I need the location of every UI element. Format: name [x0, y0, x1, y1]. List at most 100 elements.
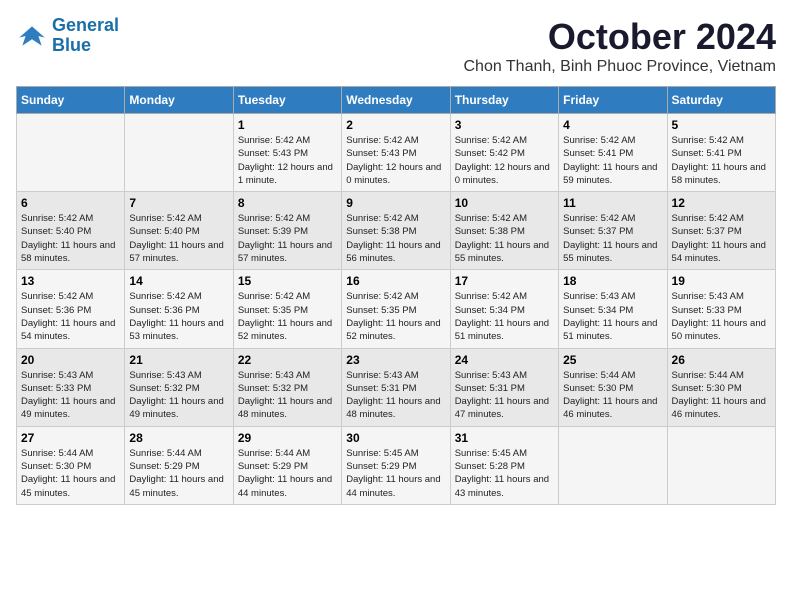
day-number: 5: [672, 118, 771, 132]
day-number: 17: [455, 274, 554, 288]
day-number: 21: [129, 353, 228, 367]
logo-icon: [16, 20, 48, 52]
day-info: Sunrise: 5:42 AMSunset: 5:37 PMDaylight:…: [563, 212, 662, 265]
day-number: 23: [346, 353, 445, 367]
calendar-day-cell: 31 Sunrise: 5:45 AMSunset: 5:28 PMDayligh…: [450, 426, 558, 504]
day-number: 9: [346, 196, 445, 210]
calendar-day-cell: 28Sunrise: 5:44 AMSunset: 5:29 PMDayligh…: [125, 426, 233, 504]
calendar-day-cell: 18Sunrise: 5:43 AMSunset: 5:34 PMDayligh…: [559, 270, 667, 348]
calendar-day-cell: 12 Sunrise: 5:42 AMSunset: 5:37 PMDayligh…: [667, 192, 775, 270]
day-number: 26: [672, 353, 771, 367]
calendar-week-row: 13 Sunrise: 5:42 AMSunset: 5:36 PMDayligh…: [17, 270, 776, 348]
calendar-day-cell: 15Sunrise: 5:42 AMSunset: 5:35 PMDayligh…: [233, 270, 341, 348]
calendar-day-cell: 26 Sunrise: 5:44 AMSunset: 5:30 PMDayligh…: [667, 348, 775, 426]
weekday-header-row: SundayMondayTuesdayWednesdayThursdayFrid…: [17, 87, 776, 114]
calendar-day-cell: 1Sunrise: 5:42 AMSunset: 5:43 PMDaylight…: [233, 114, 341, 192]
day-number: 22: [238, 353, 337, 367]
location-title: Chon Thanh, Binh Phuoc Province, Vietnam: [464, 58, 777, 76]
calendar-day-cell: 17 Sunrise: 5:42 AMSunset: 5:34 PMDayligh…: [450, 270, 558, 348]
calendar-day-cell: [667, 426, 775, 504]
calendar-day-cell: 14Sunrise: 5:42 AMSunset: 5:36 PMDayligh…: [125, 270, 233, 348]
day-info: Sunrise: 5:44 AMSunset: 5:30 PMDaylight:…: [21, 447, 120, 500]
calendar-day-cell: 5 Sunrise: 5:42 AMSunset: 5:41 PMDaylight…: [667, 114, 775, 192]
day-number: 11: [563, 196, 662, 210]
day-info: Sunrise: 5:44 AMSunset: 5:29 PMDaylight:…: [129, 447, 228, 500]
page-header: General Blue October 2024 Chon Thanh, Bi…: [16, 16, 776, 76]
day-info: Sunrise: 5:42 AMSunset: 5:37 PMDaylight:…: [672, 212, 771, 265]
day-info: Sunrise: 5:42 AMSunset: 5:35 PMDaylight:…: [238, 290, 337, 343]
weekday-header-cell: Thursday: [450, 87, 558, 114]
calendar-day-cell: 11 Sunrise: 5:42 AMSunset: 5:37 PMDayligh…: [559, 192, 667, 270]
weekday-header-cell: Saturday: [667, 87, 775, 114]
day-info: Sunrise: 5:42 AMSunset: 5:40 PMDaylight:…: [21, 212, 120, 265]
calendar-week-row: 1Sunrise: 5:42 AMSunset: 5:43 PMDaylight…: [17, 114, 776, 192]
day-info: Sunrise: 5:45 AMSunset: 5:29 PMDaylight:…: [346, 447, 445, 500]
calendar-day-cell: 9 Sunrise: 5:42 AMSunset: 5:38 PMDaylight…: [342, 192, 450, 270]
day-info: Sunrise: 5:42 AMSunset: 5:43 PMDaylight:…: [346, 134, 445, 187]
weekday-header-cell: Wednesday: [342, 87, 450, 114]
calendar-day-cell: 20 Sunrise: 5:43 AMSunset: 5:33 PMDayligh…: [17, 348, 125, 426]
calendar-day-cell: 4 Sunrise: 5:42 AMSunset: 5:41 PMDaylight…: [559, 114, 667, 192]
calendar-day-cell: 30 Sunrise: 5:45 AMSunset: 5:29 PMDayligh…: [342, 426, 450, 504]
day-number: 6: [21, 196, 120, 210]
weekday-header-cell: Monday: [125, 87, 233, 114]
calendar-day-cell: 7Sunrise: 5:42 AMSunset: 5:40 PMDaylight…: [125, 192, 233, 270]
day-number: 13: [21, 274, 120, 288]
calendar-day-cell: [17, 114, 125, 192]
calendar-day-cell: 3Sunrise: 5:42 AMSunset: 5:42 PMDaylight…: [450, 114, 558, 192]
day-info: Sunrise: 5:42 AMSunset: 5:38 PMDaylight:…: [346, 212, 445, 265]
calendar-day-cell: 22 Sunrise: 5:43 AMSunset: 5:32 PMDayligh…: [233, 348, 341, 426]
day-info: Sunrise: 5:42 AMSunset: 5:36 PMDaylight:…: [21, 290, 120, 343]
calendar-day-cell: 19Sunrise: 5:43 AMSunset: 5:33 PMDayligh…: [667, 270, 775, 348]
day-number: 24: [455, 353, 554, 367]
day-number: 16: [346, 274, 445, 288]
day-number: 19: [672, 274, 771, 288]
day-number: 31: [455, 431, 554, 445]
calendar-table: SundayMondayTuesdayWednesdayThursdayFrid…: [16, 86, 776, 505]
calendar-day-cell: 29Sunrise: 5:44 AMSunset: 5:29 PMDayligh…: [233, 426, 341, 504]
day-number: 10: [455, 196, 554, 210]
calendar-day-cell: 8Sunrise: 5:42 AMSunset: 5:39 PMDaylight…: [233, 192, 341, 270]
calendar-day-cell: [125, 114, 233, 192]
day-number: 20: [21, 353, 120, 367]
day-info: Sunrise: 5:42 AMSunset: 5:41 PMDaylight:…: [672, 134, 771, 187]
day-number: 4: [563, 118, 662, 132]
day-info: Sunrise: 5:43 AMSunset: 5:33 PMDaylight:…: [21, 369, 120, 422]
day-info: Sunrise: 5:42 AMSunset: 5:41 PMDaylight:…: [563, 134, 662, 187]
day-info: Sunrise: 5:43 AMSunset: 5:32 PMDaylight:…: [238, 369, 337, 422]
calendar-day-cell: 24 Sunrise: 5:43 AMSunset: 5:31 PMDayligh…: [450, 348, 558, 426]
day-info: Sunrise: 5:42 AMSunset: 5:35 PMDaylight:…: [346, 290, 445, 343]
month-title: October 2024: [464, 16, 777, 58]
day-number: 7: [129, 196, 228, 210]
logo-text-line1: General: [52, 16, 119, 36]
day-number: 27: [21, 431, 120, 445]
day-info: Sunrise: 5:43 AMSunset: 5:31 PMDaylight:…: [346, 369, 445, 422]
day-info: Sunrise: 5:44 AMSunset: 5:30 PMDaylight:…: [672, 369, 771, 422]
day-number: 2: [346, 118, 445, 132]
day-number: 30: [346, 431, 445, 445]
calendar-day-cell: 27 Sunrise: 5:44 AMSunset: 5:30 PMDayligh…: [17, 426, 125, 504]
calendar-day-cell: 23 Sunrise: 5:43 AMSunset: 5:31 PMDayligh…: [342, 348, 450, 426]
day-info: Sunrise: 5:43 AMSunset: 5:31 PMDaylight:…: [455, 369, 554, 422]
weekday-header-cell: Friday: [559, 87, 667, 114]
day-info: Sunrise: 5:42 AMSunset: 5:42 PMDaylight:…: [455, 134, 554, 187]
day-info: Sunrise: 5:45 AMSunset: 5:28 PMDaylight:…: [455, 447, 554, 500]
day-info: Sunrise: 5:43 AMSunset: 5:34 PMDaylight:…: [563, 290, 662, 343]
calendar-week-row: 27 Sunrise: 5:44 AMSunset: 5:30 PMDayligh…: [17, 426, 776, 504]
calendar-day-cell: 21 Sunrise: 5:43 AMSunset: 5:32 PMDayligh…: [125, 348, 233, 426]
logo: General Blue: [16, 16, 119, 56]
calendar-day-cell: [559, 426, 667, 504]
day-number: 14: [129, 274, 228, 288]
day-info: Sunrise: 5:42 AMSunset: 5:34 PMDaylight:…: [455, 290, 554, 343]
calendar-day-cell: 6 Sunrise: 5:42 AMSunset: 5:40 PMDaylight…: [17, 192, 125, 270]
calendar-week-row: 20 Sunrise: 5:43 AMSunset: 5:33 PMDayligh…: [17, 348, 776, 426]
day-number: 12: [672, 196, 771, 210]
day-info: Sunrise: 5:43 AMSunset: 5:32 PMDaylight:…: [129, 369, 228, 422]
weekday-header-cell: Sunday: [17, 87, 125, 114]
calendar-day-cell: 25Sunrise: 5:44 AMSunset: 5:30 PMDayligh…: [559, 348, 667, 426]
title-section: October 2024 Chon Thanh, Binh Phuoc Prov…: [464, 16, 777, 76]
calendar-day-cell: 10Sunrise: 5:42 AMSunset: 5:38 PMDayligh…: [450, 192, 558, 270]
calendar-week-row: 6 Sunrise: 5:42 AMSunset: 5:40 PMDaylight…: [17, 192, 776, 270]
day-info: Sunrise: 5:44 AMSunset: 5:29 PMDaylight:…: [238, 447, 337, 500]
calendar-day-cell: 2 Sunrise: 5:42 AMSunset: 5:43 PMDaylight…: [342, 114, 450, 192]
